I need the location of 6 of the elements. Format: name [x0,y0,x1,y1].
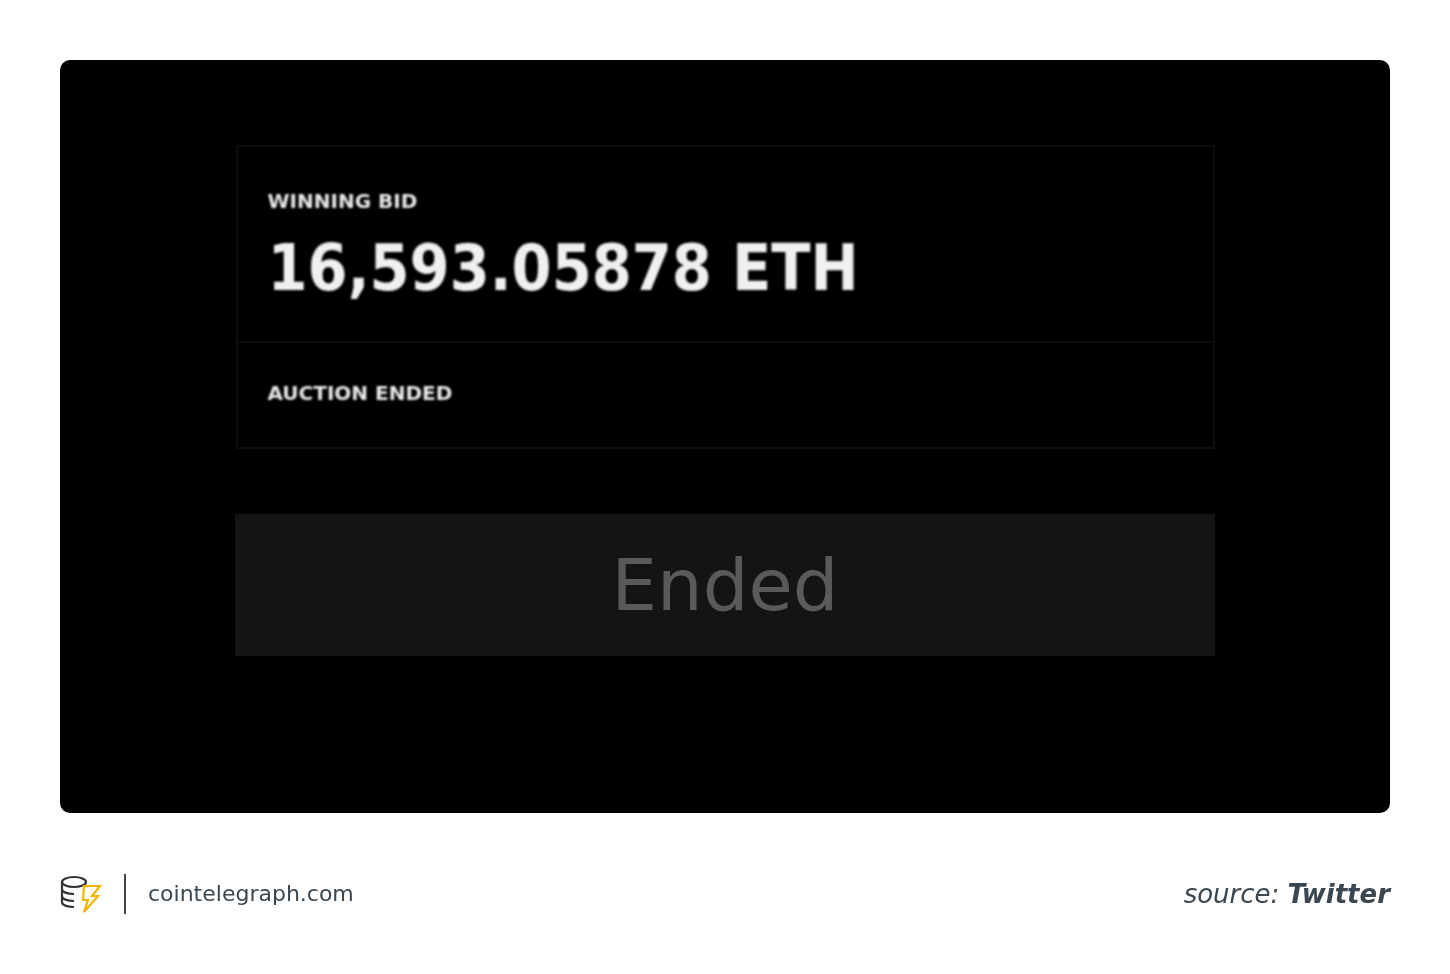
source-credit: source: Twitter [1183,878,1390,909]
site-name: cointelegraph.com [148,881,354,906]
bid-label: WINNING BID [267,189,419,213]
auction-status: AUCTION ENDED [267,381,453,405]
bid-amount: 16,593.05878 ETH [267,231,860,305]
logo-icon [60,873,102,914]
